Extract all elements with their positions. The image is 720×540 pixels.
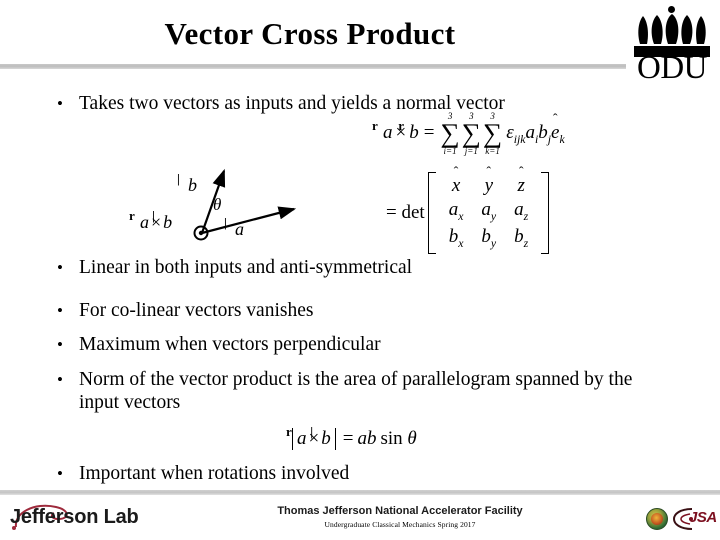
jsa-wordmark: JSA [689, 509, 717, 526]
bullet-marker: • [57, 301, 63, 320]
diagram-label-a-cross-b: r a × | b [129, 208, 173, 232]
out-of-page-dot [198, 230, 204, 236]
bullet-item: • Norm of the vector product is the area… [57, 368, 637, 414]
bullet-item: • For co-linear vectors vanishes [57, 299, 617, 322]
determinant-matrix: ̂x ̂y ̂z ax ay az bx by bz [427, 172, 550, 254]
vector-diagram-svg [193, 168, 297, 241]
jsa-logo: JSA [672, 506, 717, 532]
equation-cross-product-sum: ra×rb=3∑i=13∑j=13∑k=1εijkaibĵek [372, 111, 565, 156]
bullet-item: • Maximum when vectors perpendicular [57, 333, 617, 356]
odu-crown-icon [638, 14, 706, 44]
equation-determinant: = det ̂x ̂y ̂z ax ay az bx by bz [386, 172, 549, 254]
jefferson-lab-wordmark: Jefferson Lab [10, 506, 139, 528]
doe-seal-inner [651, 513, 663, 525]
footer-divider [0, 490, 720, 495]
jefferson-lab-logo: Jefferson Lab [8, 503, 158, 533]
doe-seal-icon [646, 508, 668, 530]
bullet-text: For co-linear vectors vanishes [79, 300, 314, 321]
bullet-text: Linear in both inputs and anti-symmetric… [79, 257, 413, 278]
diagram-label-a: | a [224, 215, 244, 239]
bullet-item: • Linear in both inputs and anti-symmetr… [57, 256, 617, 279]
vector-diagram: r a × | b | b | a θ [129, 165, 340, 255]
matrix-row: ̂x ̂y ̂z [451, 175, 525, 196]
slide-canvas: Vector Cross Product ODU • Takes two vec… [0, 0, 720, 540]
bullet-text: Maximum when vectors perpendicular [79, 334, 381, 355]
diagram-label-theta: θ [213, 195, 222, 214]
bullet-item: • Important when rotations involved [57, 462, 557, 485]
title-divider [0, 64, 626, 69]
bullet-text: Norm of the vector product is the area o… [79, 369, 633, 413]
bullet-marker: • [57, 258, 63, 277]
footer-facility-name: Thomas Jefferson National Accelerator Fa… [277, 505, 523, 517]
bullet-marker: • [57, 370, 63, 389]
footer-course-name: Undergraduate Classical Mechanics Spring… [324, 520, 476, 529]
diagram-label-b: | b [177, 171, 197, 195]
footer-text-block: Thomas Jefferson National Accelerator Fa… [200, 505, 600, 529]
equation-norm: r a × | b = ab sin θ [286, 424, 417, 450]
odu-logo: ODU [628, 2, 716, 86]
page-title: Vector Cross Product [164, 16, 456, 51]
bullet-text: Important when rotations involved [79, 463, 350, 484]
bullet-marker: • [57, 464, 63, 483]
odu-wordmark: ODU [637, 50, 708, 86]
matrix-row: bx by bz [448, 225, 529, 250]
bullet-marker: • [57, 94, 63, 113]
bullet-marker: • [57, 335, 63, 354]
odu-crown-dot-icon [668, 6, 675, 13]
matrix-row: ax ay az [448, 199, 529, 223]
